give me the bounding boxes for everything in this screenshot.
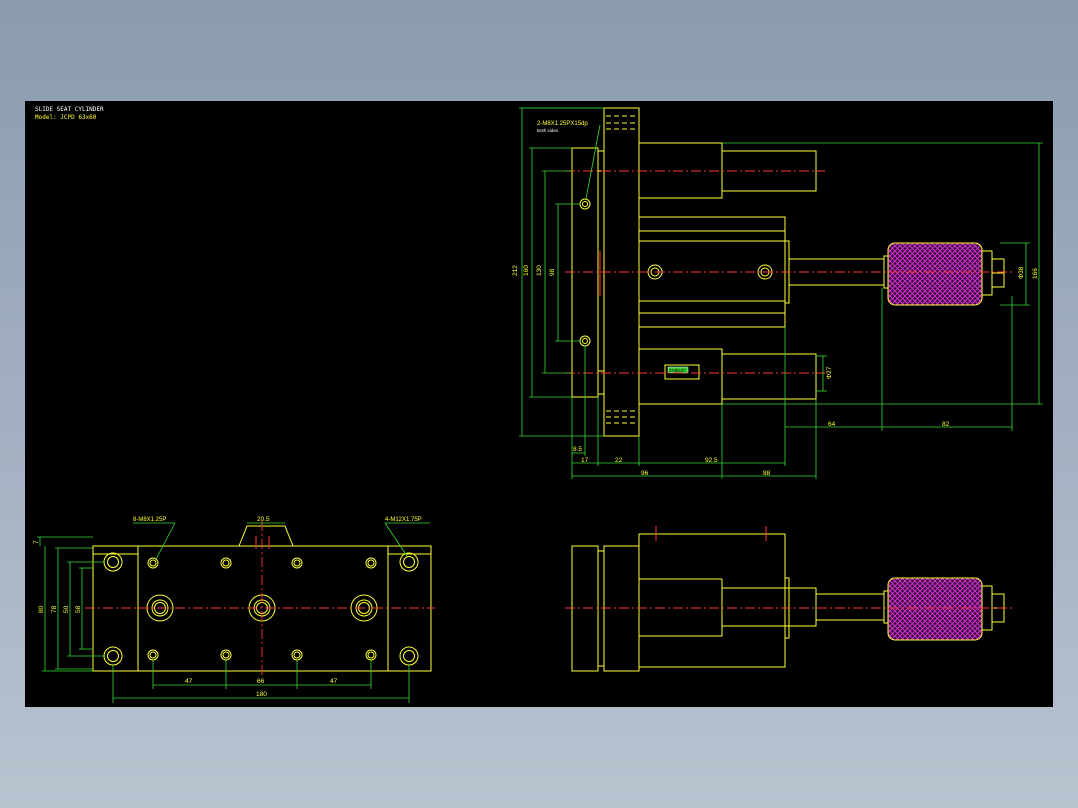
side-knurled-knob [887,242,983,306]
dim-17: 17 [581,457,589,464]
side-upper-guide [638,142,723,199]
dim-64: 64 [828,421,836,428]
dim-130: 130 [536,265,543,276]
dim-92-5: 92.5 [705,457,718,464]
drawing-title: SLIDE SEAT CYLINDER [35,106,104,113]
dim-80: 80 [38,605,45,613]
dim-22: 22 [615,457,623,464]
dim-166: 166 [1032,268,1039,279]
cad-drawing-viewport[interactable]: SLIDE SEAT CYLINDER Model: JCPD 63x60 CH… [25,101,1053,707]
dim-58: 58 [75,605,82,613]
cad-drawing-canvas: SLIDE SEAT CYLINDER Model: JCPD 63x60 CH… [33,106,1043,703]
front-cylinder-body [638,533,786,668]
dim-88: 88 [763,470,771,477]
dim-78: 78 [51,605,58,613]
dim-47-right: 47 [330,678,338,685]
dim-82: 82 [942,421,950,428]
side-thread-note: 2-M8X1.25PX15dp [537,121,588,127]
dim-66: 66 [257,678,265,685]
dim-phi-38: Φ38 [1018,266,1025,279]
dim-50: 50 [63,605,70,613]
side-view: CHELIC 212 160 130 98 2-M8X1.25PX15dp Bo… [512,107,1043,479]
dim-8-5: 8.5 [573,446,582,453]
dim-phi-27: Φ27 [826,366,833,379]
dim-180: 180 [256,691,267,698]
bottom-thread-note-right: 4-M12X1.75P [385,517,422,523]
drawing-model: Model: JCPD 63x60 [35,114,97,121]
dim-20-5: 20.5 [257,516,270,523]
nameplate-brand: CHELIC [669,368,686,373]
side-lower-guide [638,348,723,405]
front-view [565,526,1015,672]
dim-7: 7 [33,540,40,544]
front-flange-plate [603,545,640,672]
dim-47-left: 47 [185,678,193,685]
side-thread-note-sub: Both sides [537,128,559,133]
dim-98: 98 [549,268,556,276]
front-base-plate [571,545,599,672]
front-knurled-knob [887,577,983,641]
side-lock-nut [981,250,993,296]
dim-160: 160 [523,265,530,276]
bottom-thread-note-left: 8-M8X1.25P [133,517,166,523]
bottom-view: 8-M8X1.25P 4-M12X1.75P 20.5 7 80 78 50 5… [33,516,435,703]
dim-212: 212 [512,265,519,276]
front-piston-rod [815,593,885,621]
dim-96: 96 [641,470,649,477]
bottom-slide-plate [137,545,389,672]
